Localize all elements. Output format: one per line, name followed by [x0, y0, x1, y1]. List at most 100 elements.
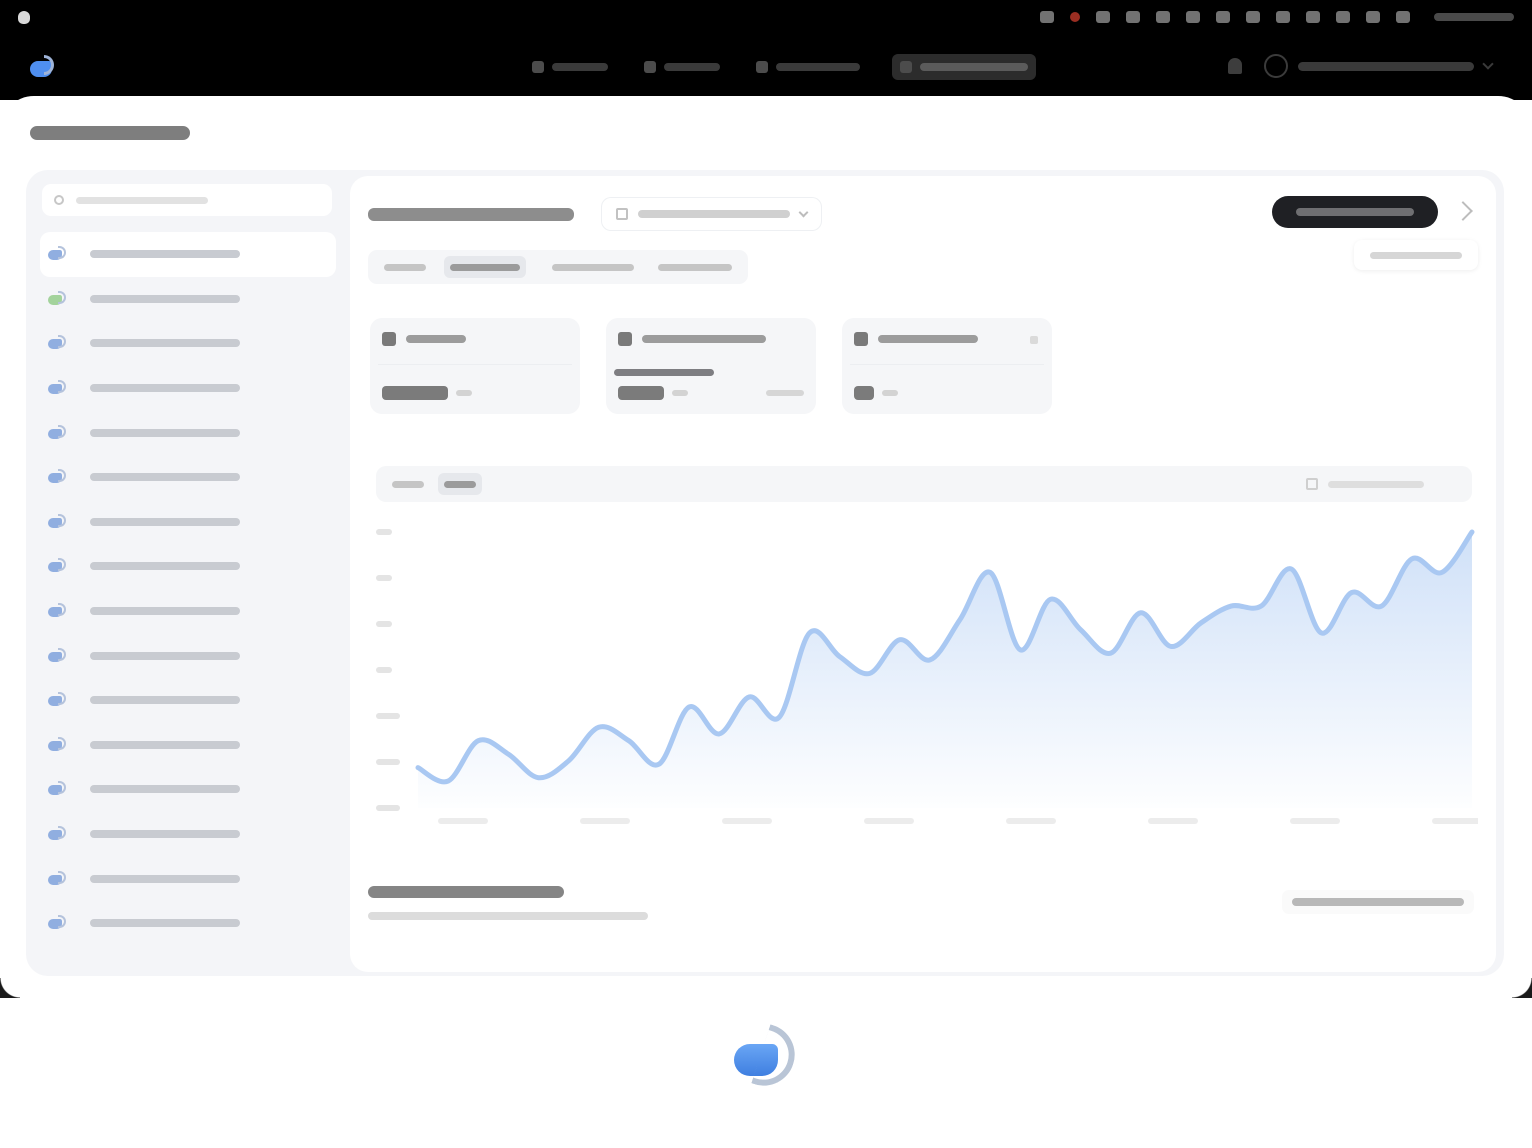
nav-item[interactable]	[752, 54, 864, 80]
data-point[interactable]	[597, 725, 601, 729]
chart-tab-active[interactable]	[438, 473, 482, 495]
data-point[interactable]	[536, 776, 540, 780]
metric-card[interactable]	[842, 318, 1052, 414]
sidebar-item-organization[interactable]	[40, 856, 336, 901]
sidebar-item-organization[interactable]	[40, 410, 336, 455]
filter-chip[interactable]	[546, 256, 640, 278]
tray-icon[interactable]	[1186, 11, 1200, 23]
bell-icon[interactable]	[1228, 58, 1242, 74]
tray-icon[interactable]	[1096, 11, 1110, 23]
data-point[interactable]	[1319, 631, 1323, 635]
search-input[interactable]	[42, 184, 332, 216]
data-point[interactable]	[657, 762, 661, 766]
menu-bar-clock[interactable]	[1434, 13, 1514, 21]
metric-card[interactable]	[370, 318, 580, 414]
data-point[interactable]	[807, 631, 811, 635]
data-point[interactable]	[1229, 604, 1233, 608]
data-point[interactable]	[988, 570, 992, 574]
period-select[interactable]	[602, 198, 821, 230]
data-point[interactable]	[1079, 628, 1083, 632]
sidebar-item-organization[interactable]	[40, 678, 336, 723]
wifi-icon[interactable]	[1306, 11, 1320, 23]
menu-item[interactable]	[155, 10, 168, 24]
sidebar-item-organization[interactable]	[40, 812, 336, 857]
nav-item-active[interactable]	[892, 54, 1036, 80]
sidebar-item-organization[interactable]	[40, 455, 336, 500]
data-point[interactable]	[506, 752, 510, 756]
data-point[interactable]	[1410, 557, 1414, 561]
data-point[interactable]	[1139, 611, 1143, 615]
primary-action-button[interactable]	[1272, 196, 1438, 228]
control-center-icon[interactable]	[1396, 11, 1410, 23]
data-point[interactable]	[1048, 597, 1052, 601]
data-point[interactable]	[1018, 648, 1022, 652]
data-point[interactable]	[958, 618, 962, 622]
battery-icon[interactable]	[1336, 11, 1350, 23]
data-point[interactable]	[446, 779, 450, 783]
info-icon[interactable]	[1030, 336, 1038, 344]
data-point[interactable]	[627, 739, 631, 743]
sidebar-item-organization[interactable]	[40, 633, 336, 678]
nav-item[interactable]	[640, 54, 724, 80]
tray-icon[interactable]	[1276, 11, 1290, 23]
data-point[interactable]	[1440, 570, 1444, 574]
menu-item[interactable]	[190, 10, 207, 24]
tray-icon[interactable]	[1246, 11, 1260, 23]
nav-item[interactable]	[528, 54, 612, 80]
chart-export-button[interactable]	[1296, 472, 1462, 496]
data-point[interactable]	[717, 732, 721, 736]
sidebar-item-label	[90, 696, 240, 705]
metric-card[interactable]	[606, 318, 816, 414]
x-tick-label	[438, 818, 488, 824]
menu-item[interactable]	[52, 10, 69, 24]
apple-logo-icon[interactable]	[18, 10, 30, 24]
data-point[interactable]	[928, 658, 932, 662]
x-tick-label	[864, 818, 914, 824]
sidebar-item-organization[interactable]	[40, 277, 336, 322]
chart-tab[interactable]	[386, 473, 430, 495]
search-icon[interactable]	[1366, 11, 1380, 23]
sidebar-item-organization[interactable]	[40, 366, 336, 411]
data-point[interactable]	[747, 695, 751, 699]
sidebar-item-organization[interactable]	[40, 500, 336, 545]
data-point[interactable]	[1259, 604, 1263, 608]
sidebar-item-organization[interactable]	[40, 589, 336, 634]
sidebar-item-organization[interactable]	[40, 321, 336, 366]
data-point[interactable]	[687, 705, 691, 709]
menu-item[interactable]	[91, 10, 101, 24]
sidebar-item-organization[interactable]	[40, 544, 336, 589]
tray-icon[interactable]	[1216, 11, 1230, 23]
sidebar-item-organization[interactable]	[40, 767, 336, 812]
data-point[interactable]	[838, 655, 842, 659]
menu-item[interactable]	[123, 10, 133, 24]
user-menu[interactable]	[1264, 54, 1494, 78]
data-point[interactable]	[416, 766, 420, 770]
sidebar-item-organization[interactable]	[40, 232, 336, 277]
data-point[interactable]	[1199, 621, 1203, 625]
data-point[interactable]	[1169, 644, 1173, 648]
data-point[interactable]	[476, 739, 480, 743]
secondary-action-button[interactable]	[1282, 890, 1474, 914]
filter-chip-active[interactable]	[444, 256, 526, 278]
tray-icon[interactable]	[1126, 11, 1140, 23]
sidebar-item-organization[interactable]	[40, 901, 336, 946]
data-point[interactable]	[1470, 530, 1474, 534]
recording-indicator-icon[interactable]	[1070, 12, 1080, 22]
menu-item[interactable]	[229, 10, 239, 24]
y-tick-label	[376, 805, 400, 811]
data-point[interactable]	[1380, 604, 1384, 608]
tray-icon[interactable]	[1040, 11, 1054, 23]
tray-icon[interactable]	[1156, 11, 1170, 23]
brand-logo-icon[interactable]	[30, 53, 66, 81]
data-point[interactable]	[868, 671, 872, 675]
org-logo-icon	[48, 246, 70, 262]
data-point[interactable]	[777, 715, 781, 719]
filter-chip[interactable]	[652, 256, 738, 278]
data-point[interactable]	[1109, 651, 1113, 655]
data-point[interactable]	[1289, 567, 1293, 571]
data-point[interactable]	[567, 759, 571, 763]
sidebar-item-organization[interactable]	[40, 723, 336, 768]
meta-info-pill[interactable]	[1354, 240, 1478, 270]
data-point[interactable]	[1350, 591, 1354, 595]
data-point[interactable]	[898, 638, 902, 642]
